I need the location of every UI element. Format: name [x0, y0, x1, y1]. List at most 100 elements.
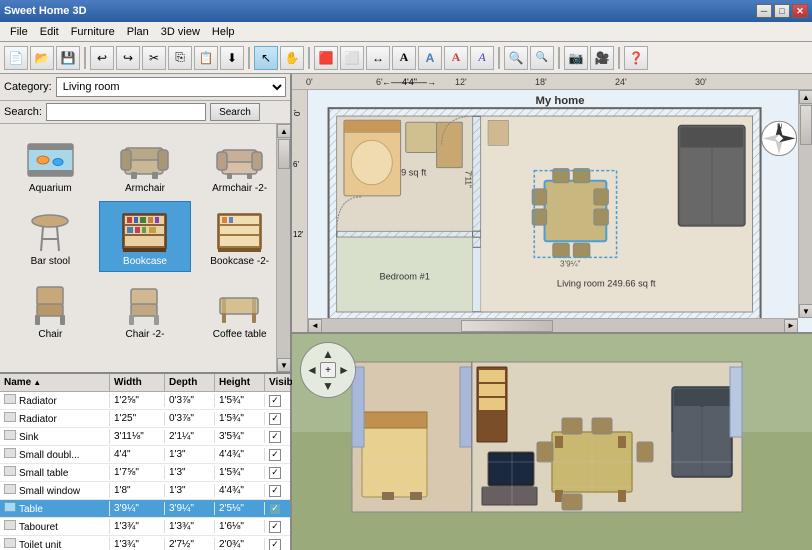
- scroll-down-btn[interactable]: ▼: [277, 358, 290, 372]
- header-depth[interactable]: Depth: [165, 374, 215, 391]
- menu-3dview[interactable]: 3D view: [155, 24, 206, 40]
- furniture-item-barstool[interactable]: Bar stool: [4, 201, 97, 272]
- table-row[interactable]: Small doubl... 4'4" 1'3" 4'4¾" ✓: [0, 446, 290, 464]
- view-3d[interactable]: ▲ ▼ ◄ ► +: [292, 334, 812, 550]
- cell-width: 1'3¾": [110, 538, 165, 550]
- visible-checkbox[interactable]: ✓: [269, 449, 281, 461]
- furniture-grid-container: Aquarium Armchair: [0, 124, 290, 372]
- table-row[interactable]: Small window 1'8" 1'3" 4'4¾" ✓: [0, 482, 290, 500]
- cut-button[interactable]: ✂: [142, 46, 166, 70]
- redo-button[interactable]: ↪: [116, 46, 140, 70]
- close-button[interactable]: ✕: [792, 4, 808, 18]
- cell-height: 4'4¾": [215, 484, 265, 497]
- furniture-item-aquarium[interactable]: Aquarium: [4, 128, 97, 199]
- table-row[interactable]: Sink 3'11⅛" 2'1¼" 3'5¾" ✓: [0, 428, 290, 446]
- menu-plan[interactable]: Plan: [121, 24, 155, 40]
- scroll-track[interactable]: [277, 138, 290, 358]
- nav-center-btn[interactable]: +: [320, 362, 336, 378]
- h-scroll-right[interactable]: ►: [784, 319, 798, 333]
- furniture-item-bookcase2[interactable]: Bookcase -2-: [193, 201, 286, 272]
- menu-help[interactable]: Help: [206, 24, 241, 40]
- camera-button[interactable]: 📷: [564, 46, 588, 70]
- open-button[interactable]: 📂: [30, 46, 54, 70]
- menu-edit[interactable]: Edit: [34, 24, 65, 40]
- visible-checkbox[interactable]: ✓: [269, 467, 281, 479]
- label3-button[interactable]: A: [470, 46, 494, 70]
- wall-button[interactable]: 🟥: [314, 46, 338, 70]
- table-row[interactable]: Small table 1'7⅝" 1'3" 1'5¾" ✓: [0, 464, 290, 482]
- 3d-button[interactable]: 🎥: [590, 46, 614, 70]
- table-row[interactable]: Tabouret 1'3¾" 1'3¾" 1'6⅛" ✓: [0, 518, 290, 536]
- v-scroll-up-plan[interactable]: ▲: [799, 90, 812, 104]
- table-row[interactable]: Toilet unit 1'3¾" 2'7½" 2'0¾" ✓: [0, 536, 290, 550]
- visible-checkbox[interactable]: ✓: [269, 485, 281, 497]
- category-select[interactable]: Living room Bedroom Kitchen: [56, 77, 286, 97]
- scroll-thumb[interactable]: [278, 139, 290, 169]
- search-input[interactable]: [46, 103, 206, 121]
- cell-height: 1'5¾": [215, 412, 265, 425]
- zoom-out-button[interactable]: 🔍: [530, 46, 554, 70]
- header-name[interactable]: Name ▲: [0, 374, 110, 391]
- visible-checkbox[interactable]: ✓: [269, 395, 281, 407]
- menu-furniture[interactable]: Furniture: [65, 24, 121, 40]
- import-button[interactable]: ⬇: [220, 46, 244, 70]
- table-row[interactable]: Radiator 1'2⅝" 0'3⅞" 1'5¾" ✓: [0, 392, 290, 410]
- visible-checkbox[interactable]: ✓: [269, 503, 281, 515]
- visible-checkbox[interactable]: ✓: [269, 431, 281, 443]
- minimize-button[interactable]: ─: [756, 4, 772, 18]
- text-button[interactable]: A: [392, 46, 416, 70]
- nav-right-btn[interactable]: ►: [335, 361, 353, 379]
- table-row-selected[interactable]: Table 3'9¼" 3'9¼" 2'5⅛" ✓: [0, 500, 290, 518]
- 3d-nav-controls: ▲ ▼ ◄ ► +: [300, 342, 360, 402]
- furniture-item-chair[interactable]: Chair: [4, 274, 97, 345]
- maximize-button[interactable]: □: [774, 4, 790, 18]
- furniture-item-armchair2[interactable]: Armchair -2-: [193, 128, 286, 199]
- visible-checkbox[interactable]: ✓: [269, 413, 281, 425]
- v-scroll-thumb-plan[interactable]: [800, 105, 812, 145]
- h-scroll-thumb[interactable]: [461, 320, 553, 332]
- search-button[interactable]: Search: [210, 103, 260, 121]
- h-scroll-left[interactable]: ◄: [308, 319, 322, 333]
- svg-text:Living room 249.66 sq ft: Living room 249.66 sq ft: [557, 279, 656, 289]
- pan-button[interactable]: ✋: [280, 46, 304, 70]
- menu-file[interactable]: File: [4, 24, 34, 40]
- zoom-in-button[interactable]: 🔍: [504, 46, 528, 70]
- paste-button[interactable]: 📋: [194, 46, 218, 70]
- furniture-item-bookcase[interactable]: Bookcase: [99, 201, 192, 272]
- cell-depth: 2'1¼": [165, 430, 215, 443]
- header-width[interactable]: Width: [110, 374, 165, 391]
- undo-button[interactable]: ↩: [90, 46, 114, 70]
- nav-down-btn[interactable]: ▼: [319, 377, 337, 395]
- save-button[interactable]: 💾: [56, 46, 80, 70]
- furniture-item-armchair[interactable]: Armchair: [99, 128, 192, 199]
- label-button[interactable]: A: [418, 46, 442, 70]
- ruler-12: 12': [455, 77, 467, 87]
- grid-scrollbar: ▲ ▼: [276, 124, 290, 372]
- select-button[interactable]: ↖: [254, 46, 278, 70]
- v-scroll-down-plan[interactable]: ▼: [799, 304, 812, 318]
- header-height[interactable]: Height: [215, 374, 265, 391]
- h-scroll-area[interactable]: [322, 319, 784, 333]
- v-scroll-track-plan[interactable]: [799, 104, 812, 304]
- furniture-item-coffeetable[interactable]: Coffee table: [193, 274, 286, 345]
- table-row[interactable]: Radiator 1'25" 0'3⅞" 1'5¾" ✓: [0, 410, 290, 428]
- chair-label: Chair: [38, 329, 62, 340]
- label2-button[interactable]: A: [444, 46, 468, 70]
- list-body: Radiator 1'2⅝" 0'3⅞" 1'5¾" ✓ Radiator 1'…: [0, 392, 290, 550]
- dimension-button[interactable]: ↔: [366, 46, 390, 70]
- search-label: Search:: [4, 106, 42, 118]
- copy-button[interactable]: ⎘: [168, 46, 192, 70]
- furniture-grid: Aquarium Armchair: [0, 124, 290, 349]
- nav-left-btn[interactable]: ◄: [303, 361, 321, 379]
- scroll-up-btn[interactable]: ▲: [277, 124, 290, 138]
- visible-checkbox[interactable]: ✓: [269, 539, 281, 550]
- floor-plan[interactable]: 0' 6' 12' 18' 24' 30' 4'4" ←————→ 0' 6' …: [292, 74, 812, 334]
- help-btn[interactable]: ❓: [624, 46, 648, 70]
- furniture-item-chair2[interactable]: Chair -2-: [99, 274, 192, 345]
- new-button[interactable]: 📄: [4, 46, 28, 70]
- object-list: Name ▲ Width Depth Height Visible Radiat…: [0, 372, 290, 550]
- visible-checkbox[interactable]: ✓: [269, 521, 281, 533]
- room-button[interactable]: ⬜: [340, 46, 364, 70]
- cell-width: 3'9¼": [110, 502, 165, 515]
- ruler-24: 24': [615, 77, 627, 87]
